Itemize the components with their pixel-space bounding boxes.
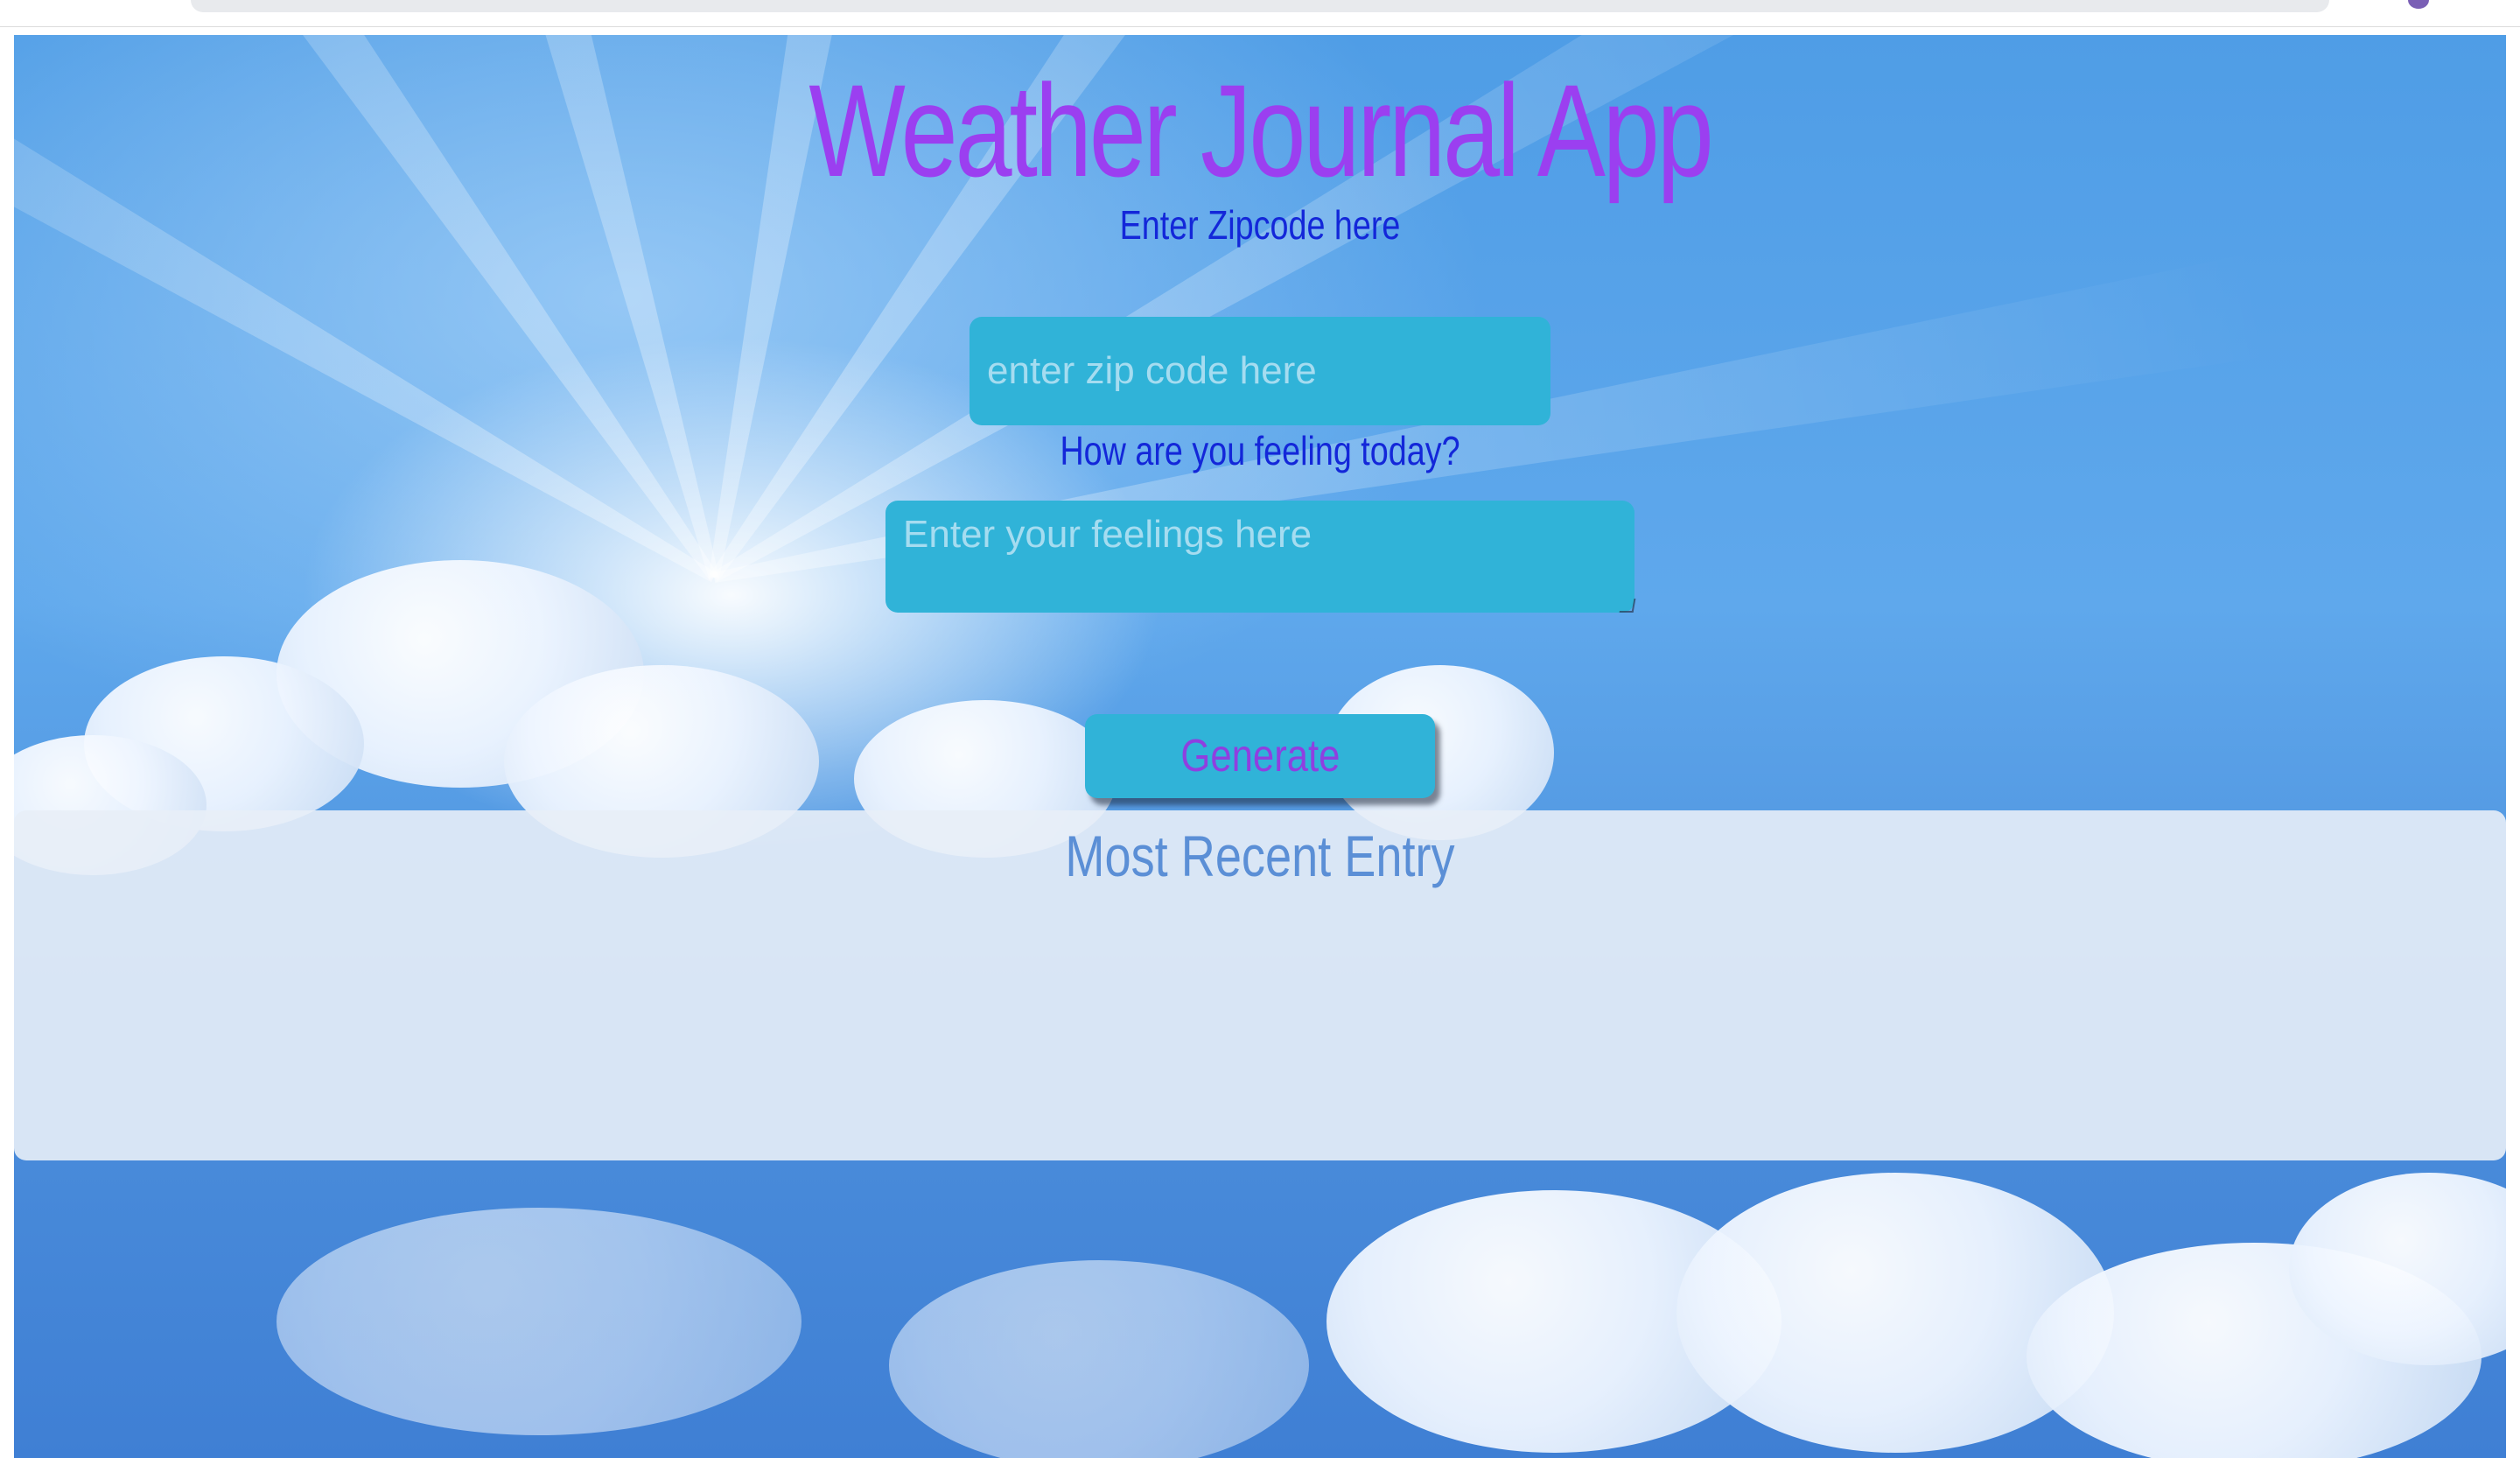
cloud xyxy=(889,1260,1309,1458)
zip-label: Enter Zipcode here xyxy=(1119,202,1401,248)
page-background: Weather Journal App Enter Zipcode here H… xyxy=(14,35,2506,1458)
feelings-label: How are you feeling today? xyxy=(1060,428,1460,473)
address-bar[interactable] xyxy=(191,0,2329,12)
page-title: Weather Journal App xyxy=(808,57,1713,204)
profile-avatar[interactable] xyxy=(2408,0,2429,9)
resize-handle-icon[interactable] xyxy=(1619,599,1636,613)
recent-entry-panel: Most Recent Entry xyxy=(14,810,2506,1160)
zip-input[interactable] xyxy=(970,317,1550,425)
cloud xyxy=(276,1208,802,1435)
generate-button[interactable]: Generate xyxy=(1085,714,1435,798)
generate-button-label: Generate xyxy=(1180,731,1340,782)
recent-entry-title: Most Recent Entry xyxy=(1065,824,1455,888)
browser-top-strip xyxy=(0,0,2520,27)
feelings-textarea[interactable] xyxy=(886,501,1634,613)
